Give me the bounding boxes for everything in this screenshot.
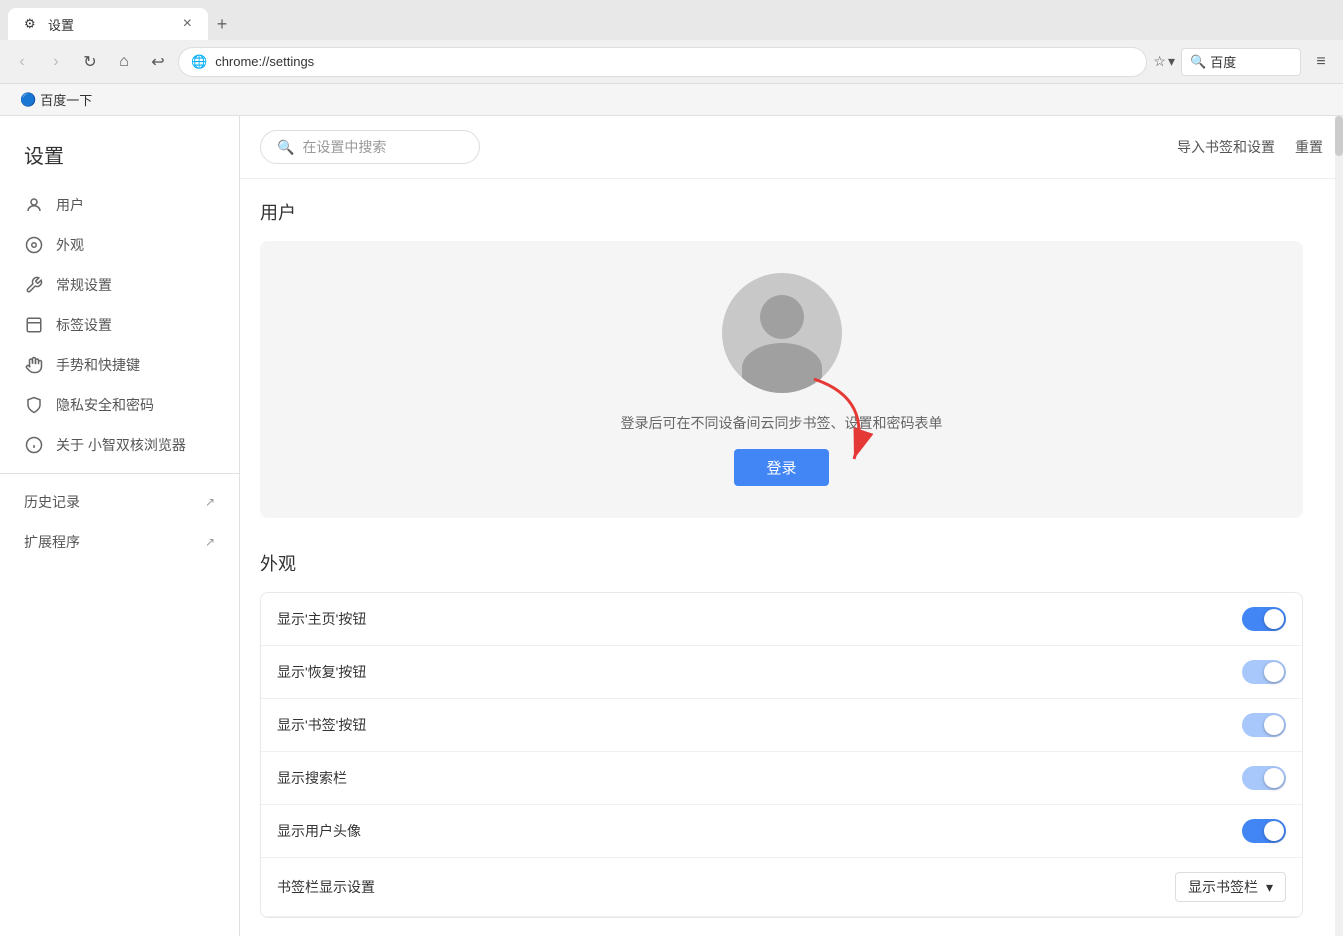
settings-search-bar[interactable]: 🔍 在设置中搜索 xyxy=(260,130,480,164)
shield-icon xyxy=(24,395,44,415)
toggle-avatar-label: 显示用户头像 xyxy=(277,821,361,841)
toggle-row-home: 显示'主页'按钮 xyxy=(261,593,1302,646)
chevron-down-icon: ▾ xyxy=(1168,53,1175,70)
bookmarks-bar-label: 书签栏显示设置 xyxy=(277,877,375,897)
sidebar-user-label: 用户 xyxy=(56,195,84,215)
main-menu-button[interactable]: ≡ xyxy=(1307,48,1335,76)
sidebar-item-general[interactable]: 常规设置 xyxy=(0,265,239,305)
tab-close-btn[interactable]: × xyxy=(183,16,192,32)
address-text: chrome://settings xyxy=(215,54,1134,69)
red-arrow-annotation xyxy=(794,369,894,479)
forward-button[interactable]: › xyxy=(42,48,70,76)
browser-search-box[interactable]: 🔍 百度 xyxy=(1181,48,1301,76)
tab-icon xyxy=(24,315,44,335)
globe-icon: 🌐 xyxy=(191,54,207,70)
sidebar-item-history[interactable]: 历史记录 ↗ xyxy=(0,482,239,522)
sidebar-item-extensions[interactable]: 扩展程序 ↗ xyxy=(0,522,239,562)
toggle-search-bar[interactable] xyxy=(1242,766,1286,790)
history-label: 历史记录 xyxy=(24,492,80,512)
sidebar-item-tabs[interactable]: 标签设置 xyxy=(0,305,239,345)
toggle-avatar-knob xyxy=(1264,821,1284,841)
bookmarks-bar-row: 书签栏显示设置 显示书签栏 ▾ xyxy=(261,858,1302,917)
back-button[interactable]: ‹ xyxy=(8,48,36,76)
toggle-search-bar-knob xyxy=(1264,768,1284,788)
settings-sidebar: 设置 用户 外观 常规设置 xyxy=(0,116,240,936)
toggle-bookmark-btn-label: 显示'书签'按钮 xyxy=(277,715,366,735)
toggle-row-search-bar: 显示搜索栏 xyxy=(261,752,1302,805)
bookmark-baidu[interactable]: 🔵 百度一下 xyxy=(12,88,100,111)
avatar-head xyxy=(760,295,804,339)
settings-title: 设置 xyxy=(0,132,239,185)
sidebar-general-label: 常规设置 xyxy=(56,275,112,295)
sidebar-item-about[interactable]: 关于 小智双核浏览器 xyxy=(0,425,239,465)
external-link-icon: ↗ xyxy=(205,495,215,509)
star-icon: ☆ xyxy=(1153,53,1166,70)
active-tab[interactable]: ⚙ 设置 × xyxy=(8,8,208,40)
gesture-icon xyxy=(24,355,44,375)
extensions-label: 扩展程序 xyxy=(24,532,80,552)
sidebar-item-appearance[interactable]: 外观 xyxy=(0,225,239,265)
scrollbar[interactable] xyxy=(1335,116,1343,936)
toggle-row-avatar: 显示用户头像 xyxy=(261,805,1302,858)
bookmarks-bar-dropdown[interactable]: 显示书签栏 ▾ xyxy=(1175,872,1286,902)
user-icon xyxy=(24,195,44,215)
appearance-settings-card: 显示'主页'按钮 显示'恢复'按钮 显示'书签'按钮 xyxy=(260,592,1303,918)
reset-link[interactable]: 重置 xyxy=(1295,137,1323,157)
baidu-favicon: 🔵 xyxy=(20,92,36,108)
info-icon xyxy=(24,435,44,455)
search-engine-label: 百度 xyxy=(1210,52,1236,71)
toggle-home-knob xyxy=(1264,609,1284,629)
chevron-down-icon: ▾ xyxy=(1266,879,1273,896)
tab-favicon: ⚙ xyxy=(24,16,40,32)
bookmarks-bar: 🔵 百度一下 xyxy=(0,84,1343,116)
tab-title: 设置 xyxy=(48,15,74,34)
wrench-icon xyxy=(24,275,44,295)
user-card: 登录后可在不同设备间云同步书签、设置和密码表单 登录 xyxy=(260,241,1303,518)
appearance-section-title: 外观 xyxy=(260,550,1303,576)
toggle-search-bar-label: 显示搜索栏 xyxy=(277,768,347,788)
import-bookmarks-link[interactable]: 导入书签和设置 xyxy=(1177,137,1275,157)
toggle-row-bookmark-btn: 显示'书签'按钮 xyxy=(261,699,1302,752)
new-tab-button[interactable]: + xyxy=(208,10,236,38)
search-icon: 🔍 xyxy=(1190,54,1206,70)
reload-button[interactable]: ↻ xyxy=(76,48,104,76)
sidebar-gestures-label: 手势和快捷键 xyxy=(56,355,140,375)
sidebar-appearance-label: 外观 xyxy=(56,235,84,255)
toggle-row-restore: 显示'恢复'按钮 xyxy=(261,646,1302,699)
sidebar-item-user[interactable]: 用户 xyxy=(0,185,239,225)
sidebar-privacy-label: 隐私安全和密码 xyxy=(56,395,154,415)
bookmark-star-button[interactable]: ☆ ▾ xyxy=(1153,53,1175,70)
toggle-restore-label: 显示'恢复'按钮 xyxy=(277,662,366,682)
sidebar-divider xyxy=(0,473,239,474)
user-section-title: 用户 xyxy=(260,199,1303,225)
sidebar-about-label: 关于 小智双核浏览器 xyxy=(56,435,186,455)
scrollbar-thumb[interactable] xyxy=(1335,116,1343,156)
palette-icon xyxy=(24,235,44,255)
search-placeholder: 在设置中搜索 xyxy=(302,137,386,157)
address-bar[interactable]: 🌐 chrome://settings xyxy=(178,47,1147,77)
main-content-area: 用户 登录后可在不同设备间云同步书签、设置和密码表单 登录 xyxy=(240,179,1343,936)
search-icon: 🔍 xyxy=(277,139,294,156)
home-button[interactable]: ⌂ xyxy=(110,48,138,76)
sidebar-tabs-label: 标签设置 xyxy=(56,315,112,335)
toggle-home-label: 显示'主页'按钮 xyxy=(277,609,366,629)
external-link-icon-2: ↗ xyxy=(205,535,215,549)
sidebar-item-gestures[interactable]: 手势和快捷键 xyxy=(0,345,239,385)
sidebar-item-privacy[interactable]: 隐私安全和密码 xyxy=(0,385,239,425)
toggle-avatar[interactable] xyxy=(1242,819,1286,843)
toggle-restore[interactable] xyxy=(1242,660,1286,684)
bookmark-label: 百度一下 xyxy=(40,90,92,109)
dropdown-value: 显示书签栏 xyxy=(1188,877,1258,897)
toggle-home[interactable] xyxy=(1242,607,1286,631)
toggle-bookmark-btn[interactable] xyxy=(1242,713,1286,737)
history-back-button[interactable]: ↩ xyxy=(144,48,172,76)
toggle-bookmark-btn-knob xyxy=(1264,715,1284,735)
toggle-restore-knob xyxy=(1264,662,1284,682)
